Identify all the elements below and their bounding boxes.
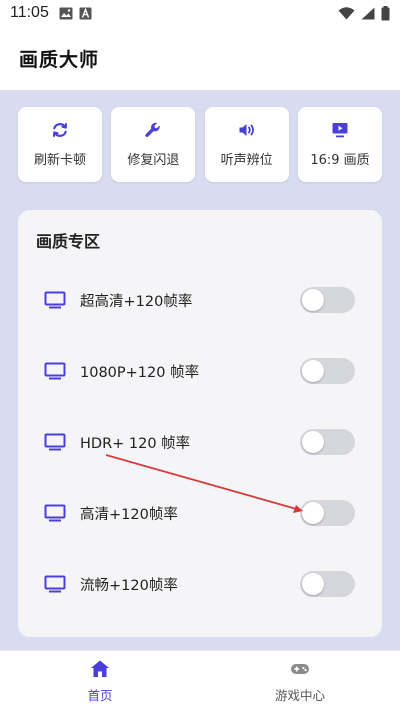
quick-action-fix-crash[interactable]: 修复闪退 (111, 107, 196, 182)
toggle-knob (302, 360, 324, 382)
quick-action-aspect-ratio[interactable]: 16:9 画质 (297, 107, 382, 182)
wifi-icon (338, 6, 355, 19)
quality-toggle[interactable] (300, 571, 355, 597)
quality-row: 1080P+120 帧率 (18, 351, 382, 391)
quality-row: 高清+120帧率 (18, 493, 382, 533)
monitor-icon (44, 504, 66, 522)
quality-row-label: 流畅+120帧率 (80, 577, 178, 594)
monitor-icon (44, 575, 66, 593)
app-bar: 画质大师 (0, 26, 400, 90)
toggle-knob (302, 431, 324, 453)
toggle-knob (302, 502, 324, 524)
monitor-icon (44, 291, 66, 309)
quality-row-label: 1080P+120 帧率 (80, 364, 200, 381)
quick-actions: 刷新卡顿 修复闪退 听声辨位 16:9 画质 (18, 107, 382, 182)
refresh-icon (53, 123, 67, 137)
monitor-icon (44, 433, 66, 451)
quality-toggle[interactable] (300, 500, 355, 526)
quick-action-sound-position[interactable]: 听声辨位 (204, 107, 289, 182)
speaker-icon (239, 124, 254, 136)
quality-row: 超高清+120帧率 (18, 280, 382, 320)
quality-row-label: HDR+ 120 帧率 (80, 435, 191, 452)
quick-action-label: 听声辨位 (220, 153, 273, 168)
status-time: 11:05 (10, 4, 49, 21)
quick-action-label: 刷新卡顿 (33, 153, 86, 168)
toggle-knob (302, 289, 324, 311)
zone-title: 画质专区 (36, 232, 101, 251)
monitor-play-icon (332, 123, 348, 138)
quick-action-label: 16:9 画质 (310, 153, 370, 168)
wrench-icon (145, 122, 160, 137)
quality-toggle[interactable] (300, 429, 355, 455)
battery-icon (381, 5, 390, 20)
nav-label-game-center: 游戏中心 (274, 688, 325, 703)
status-bar: 11:05 (0, 0, 400, 26)
bottom-nav: 首页 游戏中心 (0, 650, 400, 711)
font-a-icon (79, 7, 92, 19)
quality-row: 流畅+120帧率 (18, 564, 382, 604)
monitor-icon (44, 362, 66, 380)
home-icon (91, 660, 109, 677)
quick-action-label: 修复闪退 (127, 153, 180, 168)
nav-item-home[interactable]: 首页 (0, 651, 200, 711)
toggle-knob (302, 573, 324, 595)
quality-toggle[interactable] (300, 358, 355, 384)
gamepad-icon (291, 664, 309, 674)
quality-toggle[interactable] (300, 287, 355, 313)
main-content: 刷新卡顿 修复闪退 听声辨位 16:9 画质 画质专区 超高清+120帧率 10… (0, 90, 400, 650)
nav-item-game-center[interactable]: 游戏中心 (200, 651, 400, 711)
quality-zone-card: 画质专区 超高清+120帧率 1080P+120 帧率 HDR+ 120 帧率 (18, 210, 382, 637)
signal-icon (361, 7, 375, 19)
app-title: 画质大师 (19, 48, 100, 71)
quick-action-refresh[interactable]: 刷新卡顿 (18, 107, 102, 182)
nav-label-home: 首页 (87, 688, 113, 703)
quality-row-label: 高清+120帧率 (80, 506, 178, 523)
quality-row-label: 超高清+120帧率 (80, 293, 193, 310)
gallery-icon (59, 7, 73, 19)
quality-row: HDR+ 120 帧率 (18, 422, 382, 462)
